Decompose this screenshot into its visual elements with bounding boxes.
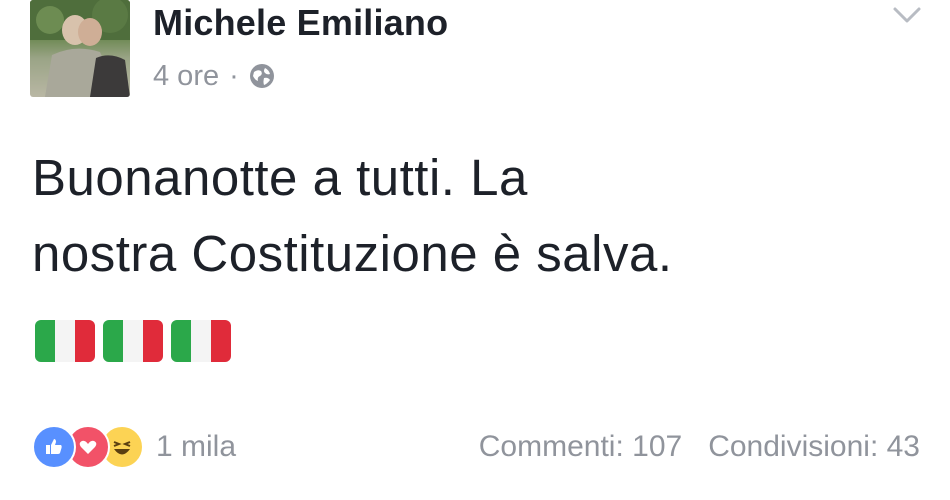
comments-count[interactable]: Commenti: 107 bbox=[479, 430, 682, 464]
italy-flag-icon bbox=[103, 320, 163, 362]
post-text: Buonanotte a tutti. La nostra Costituzio… bbox=[32, 140, 932, 292]
engagement-counts: Commenti: 107 Condivisioni: 43 bbox=[479, 430, 920, 464]
post-text-line: nostra Costituzione è salva. bbox=[32, 225, 673, 282]
globe-icon[interactable] bbox=[249, 63, 275, 89]
emoji-flags bbox=[35, 320, 231, 362]
post-timestamp[interactable]: 4 ore bbox=[153, 60, 219, 93]
meta-separator: · bbox=[229, 59, 239, 92]
italy-flag-icon bbox=[171, 320, 231, 362]
post-meta: 4 ore · bbox=[153, 58, 275, 94]
reaction-count[interactable]: 1 mila bbox=[156, 430, 236, 464]
shares-count[interactable]: Condivisioni: 43 bbox=[708, 430, 920, 464]
like-icon bbox=[32, 425, 76, 469]
author-avatar[interactable] bbox=[30, 0, 130, 97]
post-text-line: Buonanotte a tutti. La bbox=[32, 149, 528, 206]
reactions-summary[interactable]: 1 mila bbox=[32, 425, 236, 469]
author-name[interactable]: Michele Emiliano bbox=[153, 2, 448, 44]
chevron-down-icon[interactable] bbox=[892, 4, 922, 26]
italy-flag-icon bbox=[35, 320, 95, 362]
